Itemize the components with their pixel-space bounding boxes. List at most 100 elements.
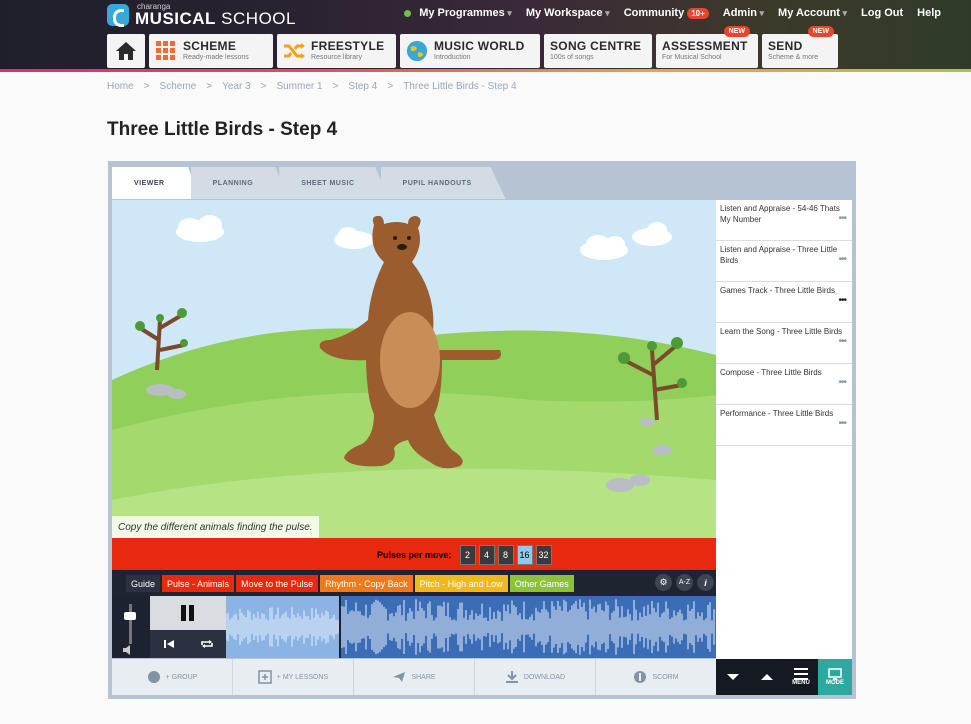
game-tab-move-to-pulse[interactable]: Move to the Pulse [236, 575, 319, 592]
menu-label: MENU [792, 680, 810, 686]
logo-small: charanga [137, 2, 171, 11]
pulse-option-16[interactable]: 16 [516, 545, 533, 565]
breadcrumb-sep: > [387, 81, 394, 92]
more-icon[interactable]: ••• [838, 254, 846, 265]
az-button[interactable]: A-Z [676, 574, 693, 591]
list-item[interactable]: Listen and Appraise - Three Little Birds… [716, 241, 852, 282]
tab-pupil-handouts[interactable]: PUPIL HANDOUTS [380, 167, 506, 199]
game-tab-rhythm[interactable]: Rhythm - Copy Back [320, 575, 413, 592]
download-button[interactable]: DOWNLOAD [475, 659, 596, 695]
tile-song-centre[interactable]: SONG CENTRE 100s of songs [544, 34, 652, 68]
more-icon[interactable]: ••• [838, 418, 846, 429]
game-tab-pitch[interactable]: Pitch - High and Low [414, 575, 508, 592]
community-badge: 10+ [687, 8, 709, 19]
tile-sub: 100s of songs [550, 54, 594, 61]
game-tab-pulse-animals[interactable]: Pulse - Animals [162, 575, 235, 592]
add-group-label: + GROUP [165, 673, 198, 681]
tab-sheet-music[interactable]: SHEET MUSIC [279, 167, 389, 199]
waveform[interactable] [226, 596, 716, 658]
nav-community[interactable]: Community 10+ [624, 7, 709, 19]
nav-help[interactable]: Help [917, 7, 941, 19]
top-bar-stripe [0, 69, 971, 72]
scorm-button[interactable]: SCORM [596, 659, 716, 695]
tile-sub: Resource library [311, 54, 362, 61]
shuffle-icon [283, 40, 305, 62]
tile-title: MUSIC WORLD [434, 39, 525, 53]
tile-home[interactable] [107, 34, 145, 68]
volume-control[interactable] [112, 596, 150, 658]
breadcrumb-current: Three Little Birds - Step 4 [403, 81, 517, 92]
nav-my-account[interactable]: My Account [778, 7, 847, 19]
more-icon[interactable]: ••• [838, 336, 846, 347]
top-nav: My Programmes My Workspace Community10+ … [404, 7, 941, 19]
logo-icon [107, 4, 129, 27]
more-icon[interactable]: ••• [838, 295, 846, 306]
breadcrumb-scheme[interactable]: Scheme [160, 81, 197, 92]
menu-button[interactable]: MENU [784, 659, 818, 695]
info-icon[interactable]: i [697, 574, 714, 591]
breadcrumb-home[interactable]: Home [107, 81, 134, 92]
breadcrumb-sep: > [260, 81, 267, 92]
game-tab-other-games[interactable]: Other Games [509, 575, 574, 592]
new-badge: NEW [723, 26, 750, 37]
settings-icon[interactable]: ⚙ [655, 574, 672, 591]
logo-brand: MUSICAL SCHOOL [135, 9, 296, 28]
loop-icon [201, 640, 213, 648]
globe-icon [147, 671, 160, 683]
tile-title: SEND [768, 39, 803, 53]
nav-log-out[interactable]: Log Out [861, 7, 903, 19]
breadcrumb-sep: > [143, 81, 150, 92]
plus-square-icon [258, 670, 272, 684]
tile-nav: SCHEME Ready-made lessons FREESTYLE Resour… [107, 26, 838, 68]
tab-planning[interactable]: PLANNING [190, 167, 288, 199]
chevron-up-icon [761, 674, 773, 680]
add-group-button[interactable]: + GROUP [112, 659, 233, 695]
nav-my-programmes[interactable]: My Programmes [419, 7, 512, 19]
previous-button[interactable] [750, 659, 784, 695]
pulse-option-4[interactable]: 4 [478, 545, 495, 565]
tile-sub: Ready-made lessons [183, 54, 249, 61]
tile-music-world[interactable]: MUSIC WORLD Introduction [400, 34, 540, 68]
game-bar: Guide Pulse - Animals Move to the Pulse … [112, 570, 716, 596]
tile-send[interactable]: NEW SEND Scheme & more [762, 26, 838, 68]
list-item[interactable]: Compose - Three Little Birds ••• [716, 364, 852, 405]
list-item-label: Listen and Appraise - 54-46 Thats My Num… [720, 204, 840, 224]
video-stage[interactable]: Copy the different animals finding the p… [112, 200, 716, 538]
volume-handle[interactable] [124, 612, 136, 620]
tile-sub: For Musical School [662, 54, 722, 61]
pulse-option-32[interactable]: 32 [535, 545, 552, 565]
next-button[interactable] [716, 659, 750, 695]
share-button[interactable]: SHARE [354, 659, 475, 695]
restart-button[interactable] [150, 630, 188, 658]
tile-title: SCHEME [183, 39, 237, 53]
tab-viewer[interactable]: VIEWER [112, 167, 199, 199]
game-tab-guide[interactable]: Guide [126, 575, 161, 592]
loop-button[interactable] [188, 630, 226, 658]
list-item[interactable]: Games Track - Three Little Birds ••• [716, 282, 852, 323]
breadcrumb-step[interactable]: Step 4 [348, 81, 377, 92]
pulse-option-8[interactable]: 8 [497, 545, 514, 565]
home-icon [116, 42, 136, 60]
mode-button[interactable]: MODE [818, 659, 852, 695]
breadcrumb-term[interactable]: Summer 1 [276, 81, 322, 92]
list-item[interactable]: Performance - Three Little Birds ••• [716, 405, 852, 446]
logo[interactable]: charanga MUSICAL SCHOOL [107, 2, 296, 28]
tile-freestyle[interactable]: FREESTYLE Resource library [277, 34, 396, 68]
screen-icon [828, 668, 842, 680]
pulse-option-2[interactable]: 2 [459, 545, 476, 565]
more-icon[interactable]: ••• [838, 377, 846, 388]
play-pause-button[interactable] [150, 596, 226, 630]
breadcrumb-year[interactable]: Year 3 [222, 81, 251, 92]
add-my-lessons-button[interactable]: + MY LESSONS [233, 659, 354, 695]
viewer-tabs: VIEWER PLANNING SHEET MUSIC PUPIL HANDOU… [112, 164, 506, 200]
nav-admin[interactable]: Admin [723, 7, 764, 19]
nav-my-workspace[interactable]: My Workspace [526, 7, 610, 19]
tile-scheme[interactable]: SCHEME Ready-made lessons [149, 34, 273, 68]
grid-icon [155, 40, 177, 62]
more-icon[interactable]: ••• [838, 213, 846, 224]
list-item[interactable]: Learn the Song - Three Little Birds ••• [716, 323, 852, 364]
list-item[interactable]: Listen and Appraise - 54-46 Thats My Num… [716, 200, 852, 241]
scorm-label: SCORM [652, 673, 679, 681]
mode-label: MODE [826, 680, 844, 686]
tile-assessment[interactable]: NEW ASSESSMENT For Musical School [656, 26, 758, 68]
